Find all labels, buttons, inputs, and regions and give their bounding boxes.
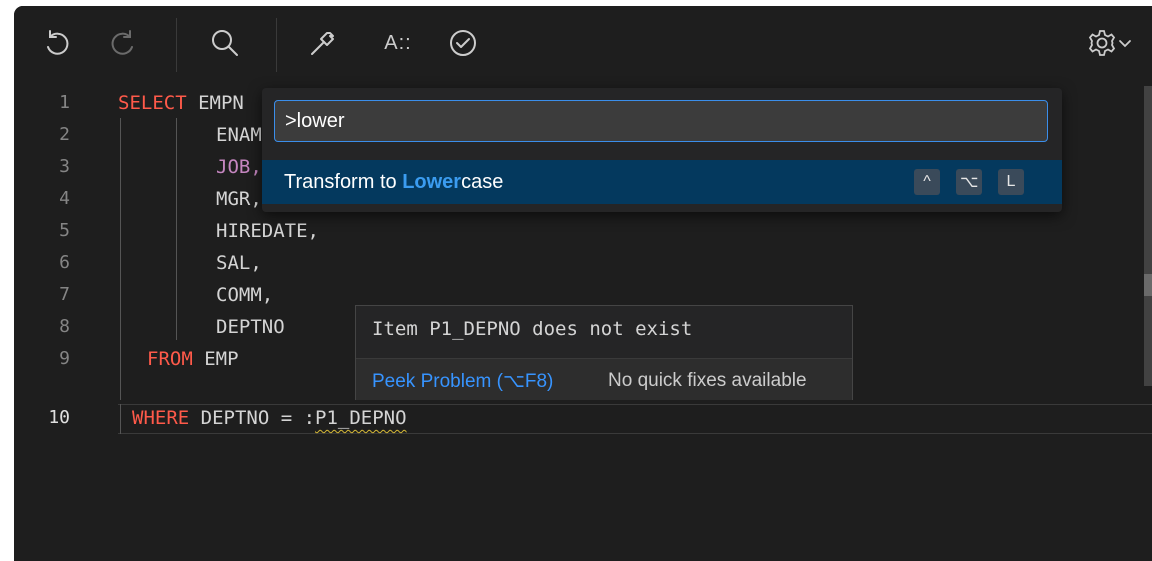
no-quick-fixes-label: No quick fixes available xyxy=(608,370,807,391)
keybinding-option: ⌥ xyxy=(956,169,983,195)
command-palette: >lower Transform to Lowercase ^ ⌥ L xyxy=(262,88,1062,212)
code-line-6: SAL, xyxy=(216,252,262,274)
toolbar-separator xyxy=(176,18,177,72)
line-number: 6 xyxy=(59,252,70,273)
code-line-10: WHERE DEPTNO = :P1_DEPNO xyxy=(132,407,407,429)
search-button[interactable] xyxy=(208,26,242,60)
indent-guide xyxy=(120,404,121,434)
problem-hover-widget: Item P1_DEPNO does not exist Peek Proble… xyxy=(355,305,853,400)
hover-actions-bar: Peek Problem (⌥F8) No quick fixes availa… xyxy=(356,358,852,400)
keyword-select: SELECT xyxy=(118,92,187,114)
toolbar-separator xyxy=(276,18,277,72)
search-icon xyxy=(212,30,238,56)
line-number: 1 xyxy=(59,92,70,113)
command-label: Transform to Lowercase xyxy=(284,171,503,194)
indent-guide xyxy=(120,118,121,400)
code-text: DEPTNO = : xyxy=(189,407,316,429)
redo-button[interactable] xyxy=(106,26,140,60)
code-line-1: SELECT EMPN xyxy=(118,92,244,114)
keyword-from: FROM xyxy=(147,348,193,370)
code-line-3: JOB, xyxy=(216,156,262,178)
command-label-suffix: case xyxy=(461,170,504,193)
redo-icon xyxy=(111,30,133,55)
line-number: 3 xyxy=(59,156,70,177)
code-line-5: HIREDATE, xyxy=(216,220,319,242)
bind-variable-error[interactable]: P1_DEPNO xyxy=(315,407,407,429)
command-palette-item[interactable]: Transform to Lowercase ^ ⌥ L xyxy=(262,160,1062,204)
code-line-9: FROM EMP xyxy=(147,348,239,370)
line-number: 7 xyxy=(59,284,70,305)
chevron-down-icon xyxy=(1119,40,1131,48)
code-editor: A:: 1 2 3 4 5 6 7 8 9 10 SELECT EMPN ENA… xyxy=(0,0,1152,561)
settings-button[interactable] xyxy=(1080,26,1140,60)
vertical-scrollbar[interactable] xyxy=(1144,86,1152,386)
check-circle-icon xyxy=(450,30,476,56)
validate-button[interactable] xyxy=(446,26,480,60)
editor-frame: A:: 1 2 3 4 5 6 7 8 9 10 SELECT EMPN ENA… xyxy=(14,6,1152,561)
line-number: 8 xyxy=(59,316,70,337)
command-label-prefix: Transform to xyxy=(284,170,403,193)
code-line-8: DEPTNO xyxy=(216,316,285,338)
line-number: 5 xyxy=(59,220,70,241)
line-number: 9 xyxy=(59,348,70,369)
line-number: 4 xyxy=(59,188,70,209)
gear-icon xyxy=(1088,30,1116,56)
editor-toolbar: A:: xyxy=(14,6,1152,84)
undo-button[interactable] xyxy=(40,26,74,60)
problem-message: Item P1_DEPNO does not exist xyxy=(372,318,693,340)
code-line-2: ENAM xyxy=(216,124,262,146)
code-text: EMPN xyxy=(186,92,244,114)
font-icon: A:: xyxy=(384,31,412,54)
indent-guide xyxy=(176,118,177,340)
keyword-where: WHERE xyxy=(132,407,190,429)
hammer-icon xyxy=(311,32,334,55)
keybinding-ctrl: ^ xyxy=(914,169,940,195)
format-button[interactable]: A:: xyxy=(376,26,420,60)
code-line-7: COMM, xyxy=(216,284,274,306)
line-number-active: 10 xyxy=(48,407,70,428)
command-palette-input[interactable]: >lower xyxy=(274,100,1048,142)
keybinding-l: L xyxy=(998,169,1024,195)
line-number: 2 xyxy=(59,124,70,145)
build-button[interactable] xyxy=(306,26,340,60)
peek-problem-link[interactable]: Peek Problem (⌥F8) xyxy=(372,370,553,393)
scrollbar-thumb[interactable] xyxy=(1144,274,1152,296)
code-text: EMP xyxy=(192,348,239,370)
code-line-4: MGR, xyxy=(216,188,262,210)
undo-icon xyxy=(47,30,69,55)
command-label-match: Lower xyxy=(402,170,462,193)
